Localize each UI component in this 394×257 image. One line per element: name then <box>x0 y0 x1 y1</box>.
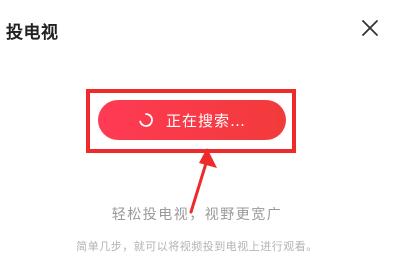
tagline: 轻松投电视，视野更宽广 <box>111 207 283 223</box>
close-icon[interactable] <box>358 16 382 40</box>
cast-to-tv-dialog: 投电视 正在搜索… 轻松投电视，视野更宽广 简单几步，就可以将视频投到电视上进行… <box>0 0 394 257</box>
annotation-highlight-box <box>86 89 296 153</box>
description: 简单几步，就可以将视频投到电视上进行观看。 <box>76 240 318 253</box>
dialog-title: 投电视 <box>6 23 59 43</box>
